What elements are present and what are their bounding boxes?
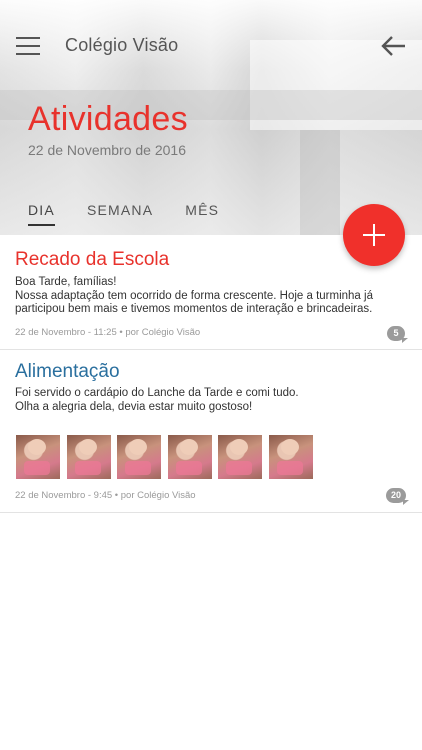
photo-thumbnail[interactable] xyxy=(66,435,111,479)
card-meta: 22 de Novembro - 9:45 • por Colégio Visã… xyxy=(15,490,196,501)
tab-semana[interactable]: SEMANA xyxy=(87,202,153,226)
header-hero: Colégio Visão Atividades 22 de Novembro … xyxy=(0,0,422,235)
period-tabs: DIA SEMANA MÊS xyxy=(28,202,251,226)
photo-thumbnail[interactable] xyxy=(117,435,162,479)
photo-thumbnail[interactable] xyxy=(167,435,212,479)
speech-bubble-icon[interactable]: 20 xyxy=(386,488,409,505)
tab-dia[interactable]: DIA xyxy=(28,202,55,226)
photo-thumbnail[interactable] xyxy=(268,435,313,479)
card-title: Recado da Escola xyxy=(15,249,170,270)
add-activity-button[interactable] xyxy=(343,204,405,266)
photo-thumbnail[interactable] xyxy=(16,435,60,479)
page-date: 22 de Novembro de 2016 xyxy=(28,142,186,158)
card-body: Foi servido o cardápio do Lanche da Tard… xyxy=(15,387,299,413)
speech-bubble-icon[interactable]: 5 xyxy=(387,326,408,343)
card-body: Boa Tarde, famílias! Nossa adaptação tem… xyxy=(15,276,373,315)
app-title: Colégio Visão xyxy=(65,35,179,55)
photo-gallery xyxy=(16,435,320,479)
hamburger-icon[interactable] xyxy=(16,37,40,57)
card-meta: 22 de Novembro - 11:25 • por Colégio Vis… xyxy=(15,327,201,338)
arrow-left-icon[interactable] xyxy=(380,35,408,57)
background-photo-blur xyxy=(300,130,340,235)
list-item[interactable]: Alimentação Foi servido o cardápio do La… xyxy=(0,350,422,513)
page-title: Atividades xyxy=(28,100,188,138)
photo-thumbnail[interactable] xyxy=(218,435,263,479)
card-title: Alimentação xyxy=(15,361,120,382)
tab-mes[interactable]: MÊS xyxy=(185,202,219,226)
